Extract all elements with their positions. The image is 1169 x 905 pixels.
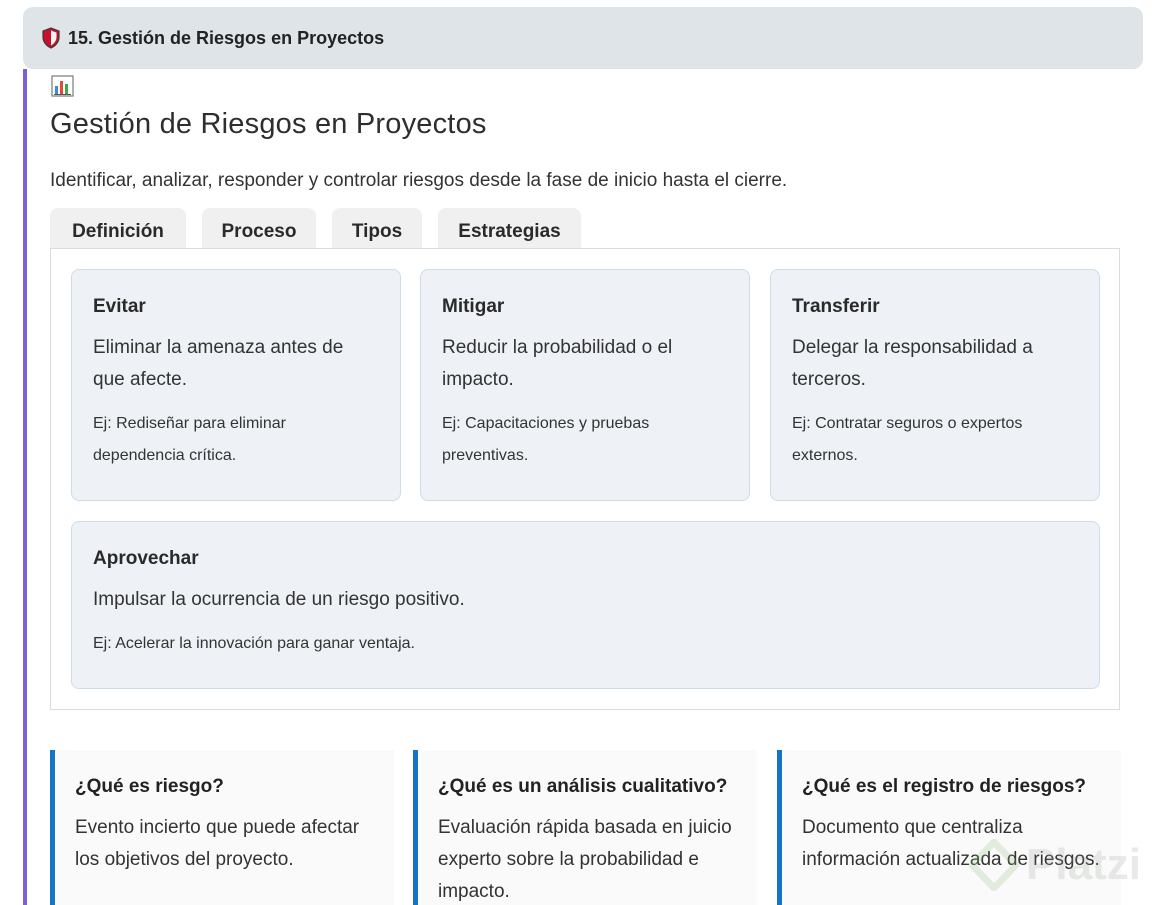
strategy-example: Ej: Acelerar la innovación para ganar ve… [93, 635, 415, 652]
strategy-description: Impulsar la ocurrencia de un riesgo posi… [93, 589, 465, 610]
page-subtitle: Identificar, analizar, responder y contr… [50, 170, 788, 191]
strategy-example: Ej: Rediseñar para eliminar dependencia … [93, 415, 286, 464]
accent-bar [23, 69, 27, 905]
strategy-card: Mitigar Reducir la probabilidad o el imp… [420, 269, 750, 501]
section-title: 15. Gestión de Riesgos en Proyectos [68, 27, 385, 48]
faq-question: ¿Qué es el registro de riesgos? [802, 776, 1087, 797]
strategy-card: Transferir Delegar la responsabilidad a … [770, 269, 1100, 501]
faq-card: ¿Qué es riesgo? Evento incierto que pued… [50, 750, 394, 905]
faq-question: ¿Qué es riesgo? [75, 776, 224, 797]
strategy-title: Aprovechar [93, 548, 199, 569]
strategy-title: Transferir [792, 296, 880, 317]
faq-answer: Evento incierto que puede afectar los ob… [75, 817, 360, 870]
strategy-title: Mitigar [442, 296, 505, 317]
platzi-logo-icon [968, 838, 1020, 892]
faq-question: ¿Qué es un análisis cualitativo? [438, 776, 728, 797]
tab-panel-estrategias: Evitar Eliminar la amenaza antes de que … [50, 248, 1120, 710]
shield-icon [41, 27, 61, 49]
bar-chart-icon [51, 75, 74, 97]
strategy-example: Ej: Capacitaciones y pruebas preventivas… [442, 415, 650, 464]
faq-answer: Evaluación rápida basada en juicio exper… [438, 817, 732, 902]
watermark-text: Platzi [1026, 840, 1141, 889]
strategy-description: Eliminar la amenaza antes de que afecte. [93, 337, 344, 390]
platzi-watermark: Platzi [968, 835, 1168, 895]
strategy-card: Aprovechar Impulsar la ocurrencia de un … [71, 521, 1100, 689]
strategy-description: Delegar la responsabilidad a terceros. [792, 337, 1033, 390]
page-title: Gestión de Riesgos en Proyectos [50, 108, 487, 140]
strategy-title: Evitar [93, 296, 146, 317]
strategy-example: Ej: Contratar seguros o expertos externo… [792, 415, 1023, 464]
strategy-card: Evitar Eliminar la amenaza antes de que … [71, 269, 401, 501]
section-header[interactable]: 15. Gestión de Riesgos en Proyectos [23, 7, 1143, 69]
faq-card: ¿Qué es un análisis cualitativo? Evaluac… [413, 750, 757, 905]
strategy-description: Reducir la probabilidad o el impacto. [442, 337, 673, 390]
